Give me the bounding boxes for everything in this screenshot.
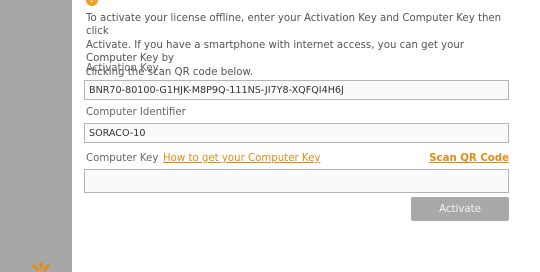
logo-icon (32, 262, 50, 272)
activate-button[interactable]: Activate (411, 197, 509, 221)
intro-line-2: Activate. If you have a smartphone with … (86, 39, 465, 65)
activation-key-label: Activation Key (86, 63, 159, 74)
help-icon[interactable]: ? (86, 0, 98, 6)
intro-line-1: To activate your license offline, enter … (86, 13, 502, 38)
scan-qr-code-link[interactable]: Scan QR Code (429, 153, 509, 164)
computer-key-input[interactable] (84, 169, 509, 193)
activation-panel: ? To activate your license offline, ente… (72, 0, 540, 272)
computer-identifier-label: Computer Identifier (86, 107, 186, 118)
computer-identifier-input[interactable] (84, 123, 509, 143)
activation-key-input[interactable] (84, 80, 509, 100)
how-to-get-computer-key-link[interactable]: How to get your Computer Key (163, 153, 320, 164)
computer-key-label: Computer Key (86, 153, 159, 164)
sidebar (0, 0, 72, 272)
